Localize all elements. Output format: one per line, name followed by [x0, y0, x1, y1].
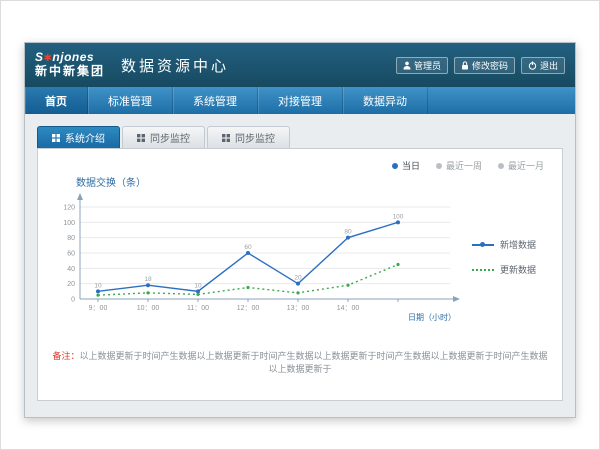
main-nav: 首页 标准管理 系统管理 对接管理 数据异动 [25, 87, 575, 114]
svg-text:9：00: 9：00 [89, 305, 108, 312]
filter-label: 最近一月 [508, 159, 544, 172]
page-background: S✱njones 新中新集团 数据资源中心 管理员 修改密码 [0, 0, 600, 450]
header-actions: 管理员 修改密码 退出 [396, 57, 565, 74]
page-title: 数据资源中心 [121, 55, 229, 76]
svg-text:100: 100 [63, 220, 75, 227]
legend-dot-icon [436, 163, 442, 169]
time-range-legend: 当日 最近一周 最近一月 [50, 155, 550, 172]
series-legend: 新增数据 更新数据 [472, 238, 536, 276]
logo-english: S✱njones [35, 51, 105, 65]
svg-text:60: 60 [244, 244, 252, 251]
svg-text:18: 18 [144, 276, 152, 283]
svg-text:0: 0 [71, 297, 75, 304]
footnote-prefix: 备注： [52, 351, 79, 361]
chart-panel: 当日 最近一周 最近一月 数据交换（条） 0 20 40 60 80 100 120 9：00… [37, 148, 563, 401]
legend-dot-icon [498, 163, 504, 169]
admin-user-button[interactable]: 管理员 [396, 57, 448, 74]
nav-item-data-change[interactable]: 数据异动 [343, 87, 428, 114]
change-password-label: 修改密码 [472, 59, 508, 72]
logout-label: 退出 [540, 59, 558, 72]
svg-text:40: 40 [67, 266, 75, 273]
svg-text:日期（小时）: 日期（小时） [408, 312, 456, 322]
svg-text:11：00: 11：00 [187, 305, 209, 312]
chart-row: 0 20 40 60 80 100 120 9：00 10：00 11：00 12：00 13：00 1… [50, 191, 550, 323]
nav-item-system-mgmt[interactable]: 系统管理 [173, 87, 258, 114]
nav-item-integration-mgmt[interactable]: 对接管理 [258, 87, 343, 114]
svg-text:20: 20 [294, 275, 302, 282]
svg-text:10: 10 [194, 282, 202, 289]
filter-today[interactable]: 当日 [392, 159, 420, 172]
logout-button[interactable]: 退出 [521, 57, 565, 74]
app-header: S✱njones 新中新集团 数据资源中心 管理员 修改密码 [25, 43, 575, 87]
company-logo: S✱njones 新中新集团 [35, 51, 105, 79]
grid-icon [52, 134, 60, 142]
filter-label: 最近一周 [446, 159, 482, 172]
filter-last-week[interactable]: 最近一周 [436, 159, 482, 172]
tab-label: 系统介绍 [65, 130, 105, 145]
y-axis-title: 数据交换（条） [76, 174, 550, 189]
svg-text:20: 20 [67, 281, 75, 288]
app-window: S✱njones 新中新集团 数据资源中心 管理员 修改密码 [24, 42, 576, 418]
filter-label: 当日 [402, 159, 420, 172]
tab-label: 同步监控 [235, 130, 275, 145]
svg-text:80: 80 [344, 229, 352, 236]
legend-new-data[interactable]: 新增数据 [472, 238, 536, 251]
filter-last-month[interactable]: 最近一月 [498, 159, 544, 172]
admin-user-label: 管理员 [414, 59, 441, 72]
series-label: 更新数据 [500, 263, 536, 276]
svg-text:14：00: 14：00 [337, 305, 360, 312]
power-icon [528, 61, 537, 70]
svg-text:10：00: 10：00 [137, 305, 160, 312]
nav-item-home[interactable]: 首页 [25, 87, 88, 114]
svg-text:13：00: 13：00 [287, 305, 310, 312]
blue-line-icon [472, 244, 494, 246]
nav-item-standard-mgmt[interactable]: 标准管理 [88, 87, 173, 114]
svg-text:120: 120 [63, 205, 75, 212]
content-area: 系统介绍 同步监控 同步监控 [25, 114, 575, 417]
change-password-button[interactable]: 修改密码 [454, 57, 515, 74]
footnote-text: 以上数据更新于时间产生数据以上数据更新于时间产生数据以上数据更新于时间产生数据以… [80, 351, 548, 374]
tab-label: 同步监控 [150, 130, 190, 145]
series-label: 新增数据 [500, 238, 536, 251]
legend-updated-data[interactable]: 更新数据 [472, 263, 536, 276]
svg-text:100: 100 [393, 213, 404, 220]
tab-bar: 系统介绍 同步监控 同步监控 [37, 126, 563, 148]
user-icon [403, 61, 411, 70]
grid-icon [137, 134, 145, 142]
tab-system-intro[interactable]: 系统介绍 [37, 126, 120, 148]
tab-sync-monitor-1[interactable]: 同步监控 [122, 126, 205, 148]
svg-text:12：00: 12：00 [237, 305, 260, 312]
tab-sync-monitor-2[interactable]: 同步监控 [207, 126, 290, 148]
lock-icon [461, 61, 469, 70]
footnote: 备注：以上数据更新于时间产生数据以上数据更新于时间产生数据以上数据更新于时间产生… [50, 349, 550, 375]
svg-text:60: 60 [67, 251, 75, 258]
green-dotted-line-icon [472, 269, 494, 271]
logo-chinese: 新中新集团 [35, 65, 105, 79]
svg-text:80: 80 [67, 235, 75, 242]
grid-icon [222, 134, 230, 142]
svg-text:10: 10 [94, 282, 102, 289]
line-chart: 0 20 40 60 80 100 120 9：00 10：00 11：00 12：00 13：00 1… [50, 191, 470, 323]
legend-dot-icon [392, 163, 398, 169]
